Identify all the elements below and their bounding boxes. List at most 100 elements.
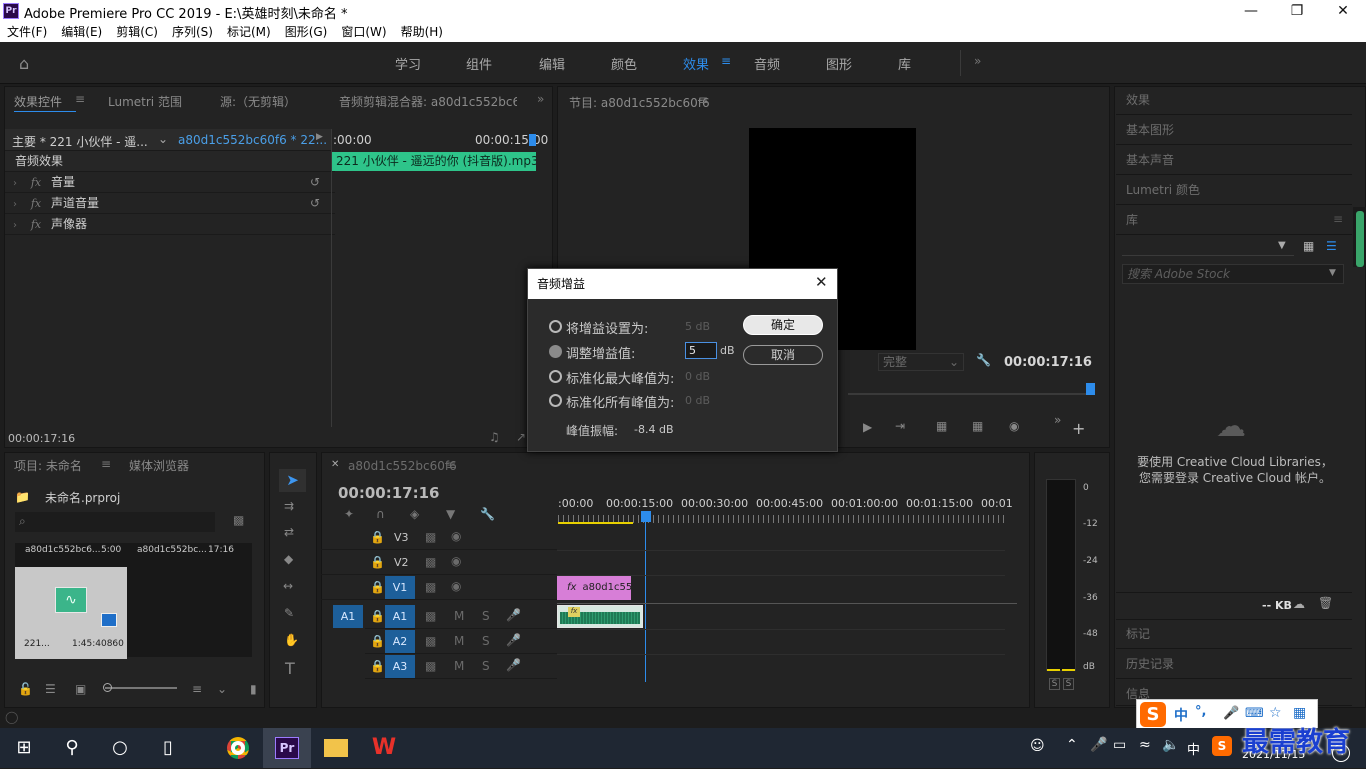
- home-icon[interactable]: ⌂: [19, 54, 29, 73]
- workspace-assembly[interactable]: 组件: [466, 54, 492, 73]
- panel-menu-icon[interactable]: ≡: [698, 93, 708, 107]
- overflow-icon[interactable]: »: [537, 92, 544, 106]
- chevron-down-icon[interactable]: ▼: [1329, 268, 1336, 278]
- track-a1[interactable]: 🔒 A1 ▩ M S 🎤: [365, 604, 557, 629]
- fit-dropdown[interactable]: 完整 ⌄: [878, 353, 964, 371]
- panel-menu-icon[interactable]: ≡: [101, 457, 111, 471]
- fx-icon[interactable]: fx: [31, 197, 41, 210]
- wrench-icon[interactable]: 🔧: [480, 507, 495, 521]
- microphone-icon[interactable]: 🎤: [506, 608, 521, 622]
- camera-icon[interactable]: ◉: [1009, 419, 1019, 433]
- lift-icon[interactable]: ▦: [936, 419, 947, 433]
- close-tab-icon[interactable]: ✕: [331, 459, 339, 470]
- project-search-input[interactable]: ⌕: [15, 512, 215, 532]
- solo-left-button[interactable]: S: [1049, 678, 1060, 690]
- sync-lock-icon[interactable]: ▩: [425, 530, 436, 544]
- right-scroll-thumb[interactable]: [1356, 211, 1364, 267]
- bin-icon[interactable]: ▩: [233, 513, 244, 527]
- nest-icon[interactable]: ✦: [344, 507, 354, 521]
- track-v2[interactable]: 🔒 V2 ▩ ◉: [321, 550, 557, 575]
- workspace-libraries[interactable]: 库: [898, 54, 911, 73]
- effect-row-panner[interactable]: › fx 声像器: [5, 214, 335, 235]
- menu-marker[interactable]: 标记(M): [227, 22, 271, 42]
- play-icon[interactable]: ▶: [863, 420, 872, 434]
- volume-icon[interactable]: 🔈: [1162, 737, 1179, 753]
- ec-timecode[interactable]: 00:00:17:16: [8, 432, 75, 445]
- program-playhead[interactable]: [1086, 383, 1095, 395]
- chevron-down-icon[interactable]: ⌄: [217, 682, 227, 696]
- sogou-icon[interactable]: S: [1140, 702, 1166, 727]
- trash-icon[interactable]: 🗑: [1318, 596, 1333, 610]
- microphone-icon[interactable]: 🎤: [506, 658, 521, 672]
- adjust-gain-input[interactable]: [685, 342, 717, 359]
- menu-graphics[interactable]: 图形(G): [285, 22, 328, 42]
- battery-icon[interactable]: ▭: [1113, 737, 1126, 753]
- sync-lock-icon[interactable]: ▩: [425, 580, 436, 594]
- tab-project[interactable]: 项目: 未命名: [14, 457, 82, 474]
- menu-sequence[interactable]: 序列(S): [172, 22, 213, 42]
- radio-adjust-gain[interactable]: [549, 345, 562, 358]
- microphone-icon[interactable]: 🎤: [1223, 706, 1239, 721]
- grid-view-icon[interactable]: ▦: [1303, 239, 1314, 253]
- tab-audio-clip-mixer[interactable]: 音频剪辑混合器: a80d1c552bc60: [339, 93, 517, 110]
- maximize-icon[interactable]: ❐: [1274, 0, 1320, 22]
- menu-help[interactable]: 帮助(H): [401, 22, 443, 42]
- radio-set-gain[interactable]: [549, 320, 562, 333]
- microphone-icon[interactable]: 🎤: [1090, 737, 1107, 753]
- panel-essential-sound[interactable]: 基本声音: [1116, 146, 1352, 175]
- panel-lumetri-color[interactable]: Lumetri 颜色: [1116, 176, 1352, 205]
- snap-icon[interactable]: ∩: [376, 507, 385, 521]
- cloud-sync-icon[interactable]: ☁: [1293, 597, 1305, 611]
- panel-history[interactable]: 历史记录: [1116, 650, 1352, 679]
- panel-menu-icon[interactable]: ≡: [1333, 212, 1343, 226]
- lock-icon[interactable]: 🔒: [370, 555, 385, 569]
- radio-normalize-all[interactable]: [549, 394, 562, 407]
- pin-icon[interactable]: ↗: [516, 430, 526, 444]
- adobe-stock-search-input[interactable]: 搜索 Adobe Stock: [1122, 264, 1344, 284]
- add-button-icon[interactable]: +: [1072, 419, 1085, 438]
- effect-row-volume[interactable]: › fx 音量 ↺: [5, 172, 335, 193]
- lock-icon[interactable]: 🔒: [370, 634, 385, 648]
- solo-button[interactable]: S: [482, 634, 490, 648]
- razor-tool-icon[interactable]: ◆: [284, 552, 293, 566]
- reset-icon[interactable]: ↺: [310, 193, 320, 213]
- step-forward-icon[interactable]: ⇥: [895, 419, 905, 433]
- work-area-bar[interactable]: [558, 522, 633, 524]
- minimize-icon[interactable]: —: [1228, 0, 1274, 22]
- fx-icon[interactable]: fx: [31, 218, 41, 231]
- track-a3[interactable]: 🔒 A3 ▩ M S 🎤: [365, 654, 557, 679]
- panel-markers[interactable]: 标记: [1116, 620, 1352, 649]
- program-timecode[interactable]: 00:00:17:16: [1004, 355, 1092, 370]
- panel-menu-icon[interactable]: ≡: [75, 92, 85, 106]
- track-select-tool-icon[interactable]: ⇉: [284, 499, 294, 513]
- tab-source[interactable]: 源:（无剪辑）: [220, 93, 296, 110]
- expand-chevron-icon[interactable]: ›: [5, 220, 17, 231]
- task-view-icon[interactable]: ▯: [144, 728, 192, 768]
- workspace-learn[interactable]: 学习: [395, 54, 421, 73]
- fx-icon[interactable]: fx: [31, 176, 41, 189]
- automate-icon[interactable]: ▮: [250, 682, 257, 696]
- radio-normalize-max[interactable]: [549, 370, 562, 383]
- sogou-tray-icon[interactable]: S: [1212, 736, 1232, 756]
- selection-tool-icon[interactable]: ➤: [279, 469, 306, 492]
- extract-icon[interactable]: ▦: [972, 419, 983, 433]
- search-icon[interactable]: ⚲: [48, 728, 96, 768]
- lock-icon[interactable]: 🔒: [370, 609, 385, 623]
- zoom-slider[interactable]: [105, 687, 177, 689]
- sync-lock-icon[interactable]: ▩: [425, 555, 436, 569]
- workspace-editing[interactable]: 编辑: [539, 54, 565, 73]
- track-target[interactable]: A1: [385, 605, 415, 628]
- timeline-timecode[interactable]: 00:00:17:16: [338, 484, 440, 502]
- track-target[interactable]: A2: [385, 630, 415, 653]
- file-explorer-icon[interactable]: [312, 728, 360, 768]
- mute-button[interactable]: M: [454, 634, 464, 648]
- audio-thumbnail[interactable]: ∿ 221... 1:45:40860: [15, 567, 127, 659]
- people-icon[interactable]: ☺: [1030, 738, 1045, 754]
- track-v1[interactable]: 🔒 V1 ▩ ◉: [321, 575, 557, 600]
- item-2-name[interactable]: a80d1c552bc...: [137, 545, 207, 555]
- workspace-menu-icon[interactable]: ≡: [721, 54, 731, 68]
- close-icon[interactable]: ✕: [1320, 0, 1366, 22]
- toolbox-icon[interactable]: ▦: [1293, 705, 1306, 721]
- chevron-down-icon[interactable]: ⌄: [158, 132, 168, 146]
- cancel-button[interactable]: 取消: [743, 345, 823, 365]
